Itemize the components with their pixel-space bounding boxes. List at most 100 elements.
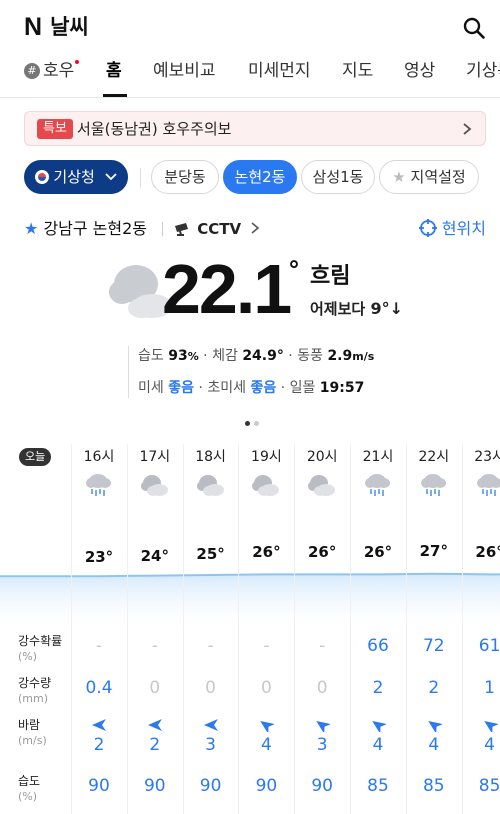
rain-icon [365, 474, 390, 496]
hour-column: 17시 24° - 0 2 90 [127, 444, 183, 814]
cctv-link[interactable]: CCTV [174, 218, 260, 240]
location-chip-nonhyeon2[interactable]: 논현2동 [223, 160, 297, 194]
feels-like-value: 24.9° [242, 348, 284, 364]
weather-alert-banner[interactable]: 특보 서울(동남권) 호우주의보 [24, 111, 486, 146]
tab-forecast-compare[interactable]: 예보비교 [153, 60, 216, 82]
hashtag-icon: # [24, 63, 40, 79]
humidity-value: 85 [478, 776, 500, 796]
location-chip-samseong1[interactable]: 삼성1동 [301, 160, 375, 194]
precip-value: 0 [149, 678, 161, 698]
precip-label: 강수량 [18, 676, 52, 690]
humidity-value: 90 [88, 776, 110, 796]
wind-unit: m/s [352, 350, 375, 363]
cloudy-icon [196, 475, 224, 496]
settings-label: 지역설정 [410, 168, 466, 186]
humidity-row-unit: (%) [18, 790, 38, 803]
chip-divider [140, 168, 141, 188]
row-label-precip-prob: 강수확률 (%) [18, 634, 62, 664]
hour-label: 16시 [83, 449, 115, 465]
fine-dust-label: 초미세 [207, 380, 246, 396]
hour-temperature: 24° [140, 546, 169, 565]
dust-value: 좋음 [168, 380, 194, 396]
row-label-precip: 강수량 (mm) [18, 676, 51, 706]
hour-label: 18시 [195, 449, 226, 465]
sunset-label: 일몰 [289, 380, 316, 396]
hour-column: 16시 23° - 0.4 2 90 [71, 444, 127, 814]
current-location-button[interactable]: 현위치 [418, 218, 486, 240]
hourly-forecast[interactable]: 오늘 강수확률 (%) 강수량 (mm) 바람 (m/s) 습도 (%) 16시… [0, 444, 500, 814]
rain-icon [476, 474, 500, 496]
details-row-1: 습도 93% · 체감 24.9° · 동풍 2.9m/s [138, 348, 375, 364]
wind-direction-icon [428, 720, 442, 732]
rain-icon [86, 474, 111, 496]
today-badge: 오늘 [19, 448, 52, 466]
tab-label: 호우 [43, 61, 75, 81]
precip-value: 2 [428, 678, 440, 698]
current-location-label: 현위치 [441, 219, 486, 238]
precip-prob-value: 61 [478, 636, 500, 656]
logo[interactable]: N 날씨 [24, 14, 89, 40]
degree-symbol: ° [288, 256, 300, 284]
precip-prob-value: - [207, 636, 214, 656]
precip-prob-value: - [95, 636, 103, 656]
wind-direction-icon [147, 719, 162, 731]
search-icon[interactable] [462, 16, 486, 40]
korea-flag-icon [35, 170, 50, 184]
page-title: 날씨 [50, 15, 89, 39]
tab-bar: #호우 홈 예보비교 미세먼지 지도 영상 기상특보 [0, 56, 500, 98]
wind-speed-value: 4 [484, 735, 495, 755]
hour-column: 18시 25° - 0 3 90 [183, 444, 239, 814]
wind-value: 2.9 [327, 348, 353, 364]
tab-video[interactable]: 영상 [404, 60, 435, 82]
provider-label: 기상청 [53, 168, 95, 186]
hour-label: 20시 [306, 449, 338, 465]
tab-heavy-rain[interactable]: # 호우 [24, 60, 80, 82]
wind-speed-value: 4 [428, 735, 440, 755]
hour-temperature: 27° [419, 541, 448, 560]
page-dot [254, 421, 259, 426]
favorite-star-icon[interactable]: ★ [24, 219, 38, 238]
tab-home[interactable]: 홈 [106, 60, 122, 82]
location-settings-chip[interactable]: ★ 지역설정 [379, 160, 479, 194]
tab-fine-dust[interactable]: 미세먼지 [248, 60, 311, 82]
wind-direction-icon [483, 720, 498, 732]
current-location[interactable]: ★ 강남구 논현2동 [24, 218, 147, 240]
current-temperature: 22.1 [162, 250, 292, 328]
location-chip-row: 기상청 분당동 논현2동 삼성1동 ★ 지역설정 [0, 158, 500, 198]
hour-column: 21시 26° 66 2 4 85 [350, 444, 406, 814]
chevron-down-icon [104, 173, 117, 181]
cloudy-icon [252, 475, 280, 496]
hour-label: 21시 [362, 449, 394, 465]
provider-dropdown[interactable]: 기상청 [24, 160, 128, 194]
wind-row-label: 바람 [18, 718, 41, 732]
precip-prob-value: - [263, 636, 270, 656]
weather-condition: 흐림 [310, 264, 351, 289]
wind-direction-icon [260, 720, 275, 732]
precip-value: 0 [260, 678, 272, 698]
crosshair-icon [418, 219, 437, 237]
cloudy-icon [308, 475, 336, 496]
hour-temperature: 23° [84, 548, 114, 567]
wind-direction-icon [92, 719, 106, 731]
yesterday-comparison: 어제보다 9°↓ [310, 298, 403, 320]
wind-label: 동풍 [297, 348, 323, 364]
tab-map[interactable]: 지도 [342, 60, 373, 82]
precip-prob-unit: (%) [18, 650, 38, 663]
hour-label: 22시 [418, 449, 450, 465]
precip-prob-value: - [319, 636, 326, 656]
hour-column: 23시 26° 61 1 4 85 [462, 444, 500, 814]
star-icon: ★ [392, 168, 406, 186]
hour-label: 23시 [474, 449, 500, 465]
details-divider [128, 346, 129, 398]
hour-temperature: 26° [252, 543, 281, 562]
location-chip-bundang[interactable]: 분당동 [151, 160, 219, 194]
hour-temperature: 25° [196, 545, 225, 563]
cctv-camera-icon [175, 223, 188, 236]
comparison-prefix: 어제보다 [310, 300, 366, 318]
tab-weather-warning[interactable]: 기상특보 [466, 60, 500, 82]
page-indicator [243, 411, 261, 430]
cloudy-icon [140, 475, 168, 496]
naver-logo: N [24, 13, 43, 41]
new-dot-icon [75, 60, 80, 64]
chevron-right-icon [463, 123, 472, 135]
